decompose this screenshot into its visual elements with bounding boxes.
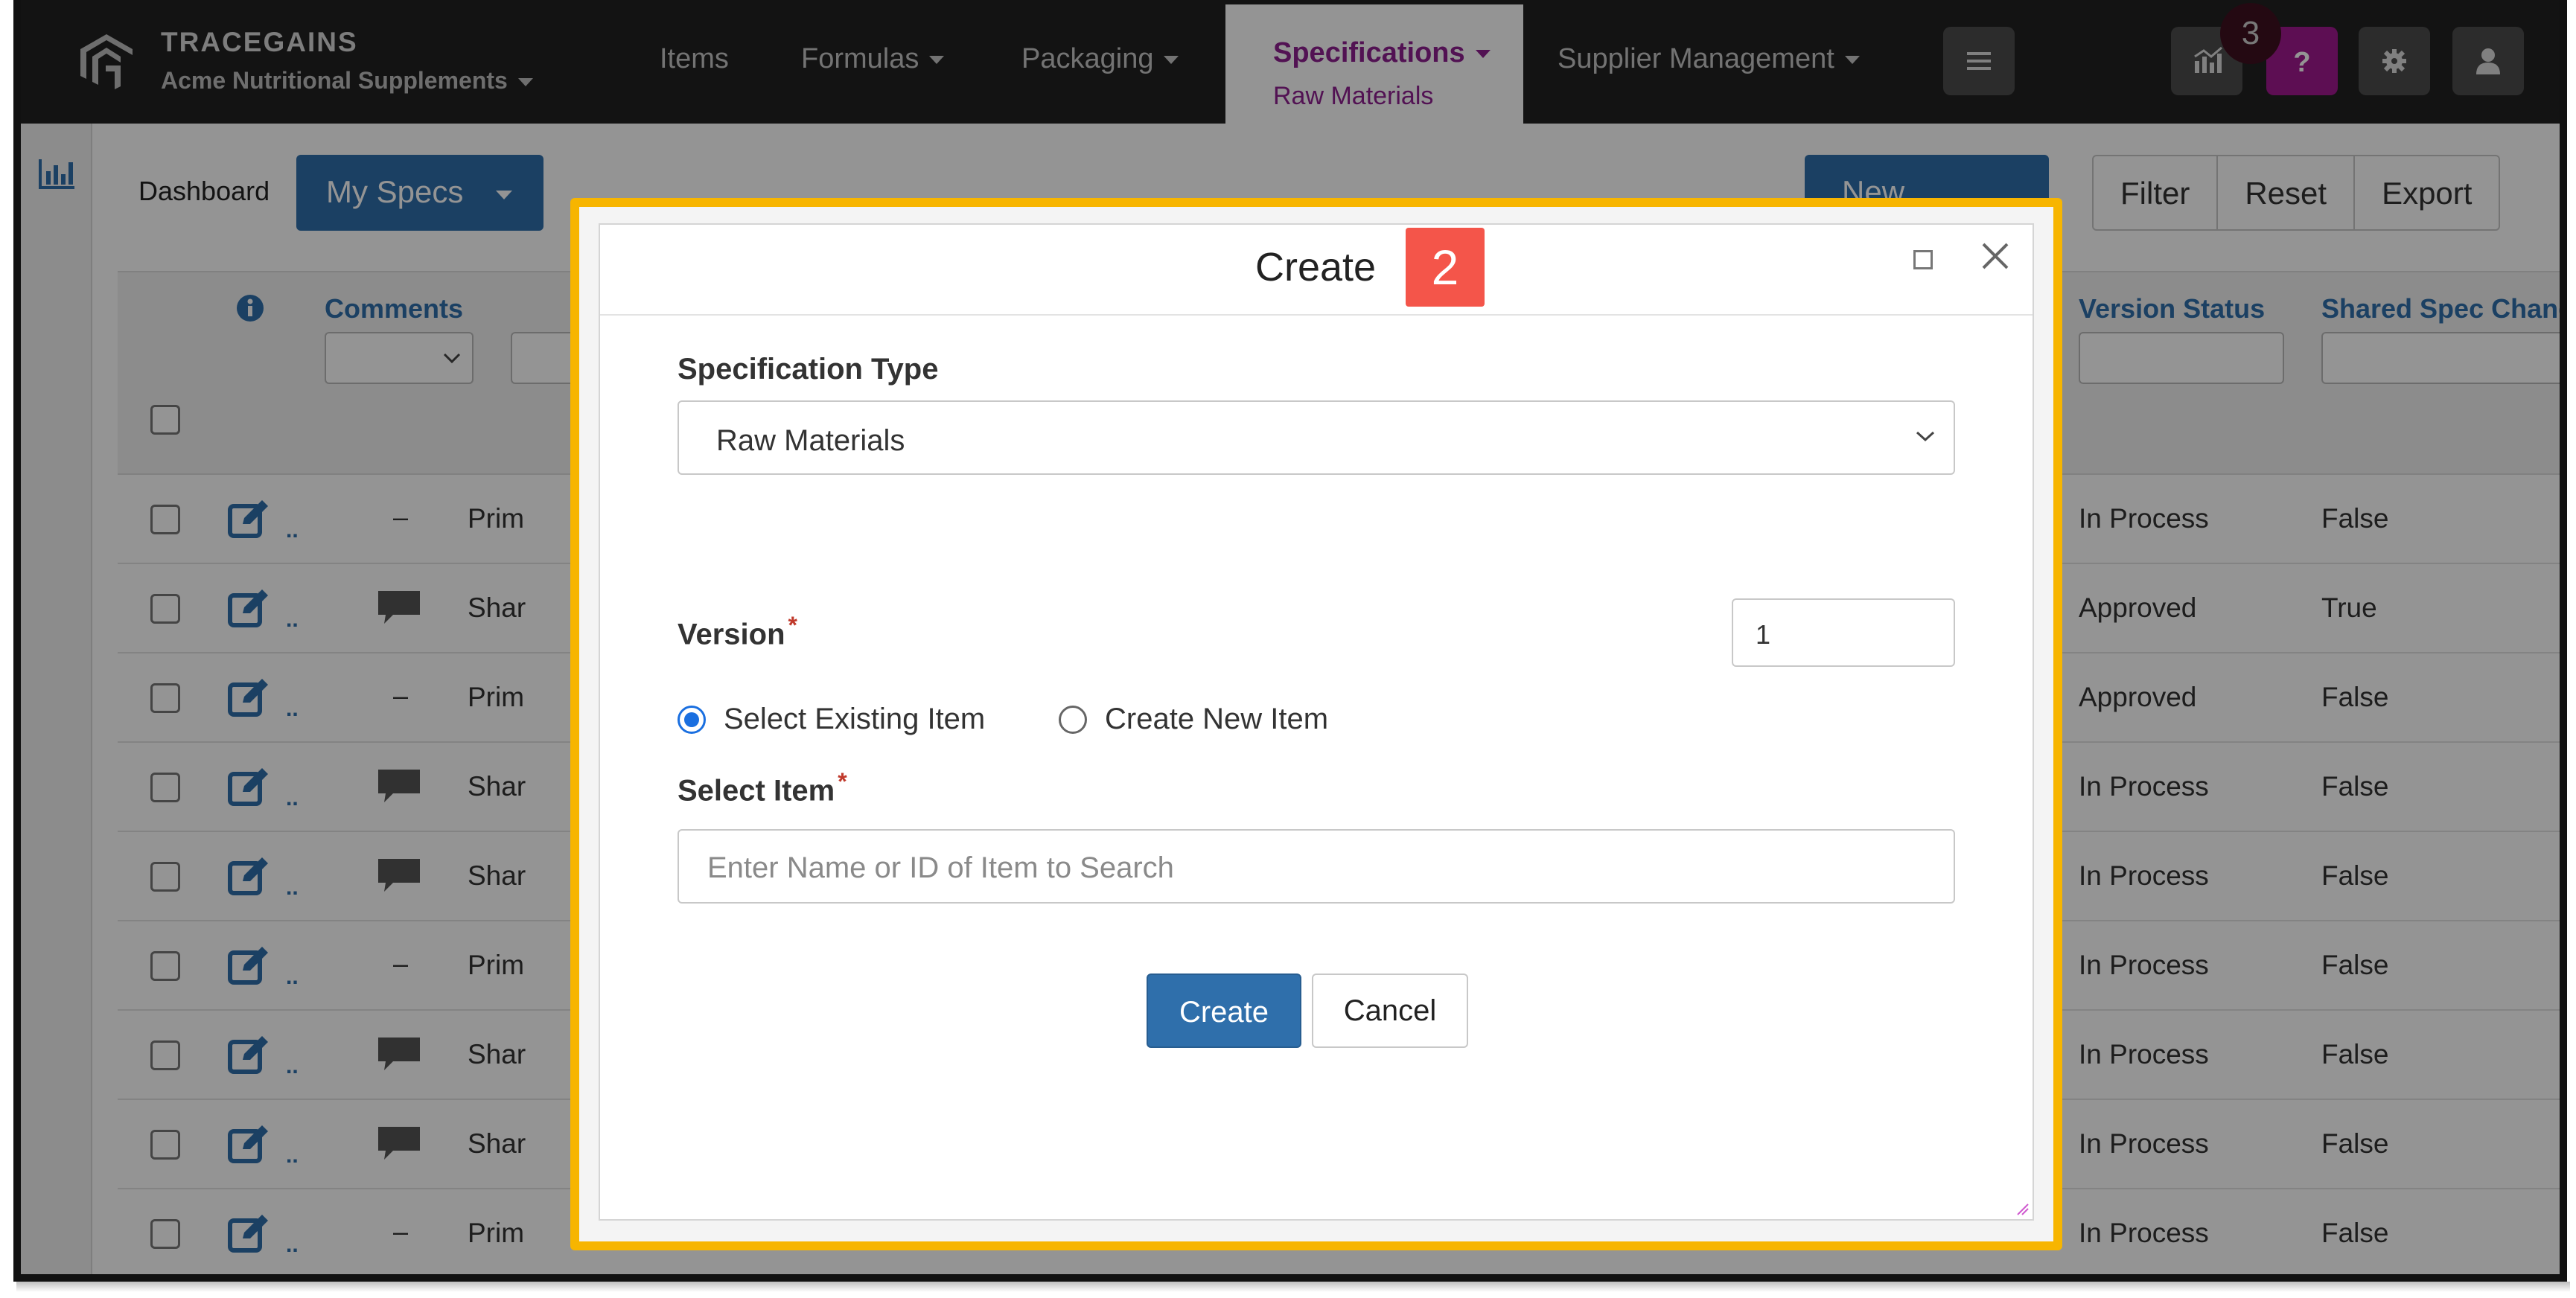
radio-create-new-label: Create New Item xyxy=(1105,703,1329,735)
radio-selected-icon[interactable] xyxy=(678,705,706,734)
version-input[interactable]: 1 xyxy=(1732,598,1955,667)
version-label-text: Version xyxy=(678,618,785,651)
required-marker: * xyxy=(788,612,797,639)
dialog-header: Create 2 xyxy=(600,225,2033,316)
radio-select-existing[interactable]: Select Existing Item xyxy=(678,703,985,736)
spec-type-label: Specification Type xyxy=(678,353,939,386)
select-item-label-text: Select Item xyxy=(678,774,835,808)
resize-grip-icon[interactable] xyxy=(2015,1201,2030,1216)
spec-type-select[interactable]: Raw Materials xyxy=(678,400,1955,475)
required-marker: * xyxy=(838,768,847,795)
select-item-label: Select Item * xyxy=(678,768,847,808)
create-button[interactable]: Create xyxy=(1147,973,1301,1048)
radio-create-new[interactable]: Create New Item xyxy=(1059,703,1328,736)
app-window: TRACEGAINS Acme Nutritional Supplements … xyxy=(13,0,2567,1282)
chevron-down-icon xyxy=(1916,431,1935,442)
frame-shadow xyxy=(16,1282,2570,1292)
dialog-title: Create xyxy=(1255,245,1377,290)
maximize-icon[interactable] xyxy=(1913,250,1933,269)
cancel-button[interactable]: Cancel xyxy=(1312,973,1468,1048)
radio-unselected-icon[interactable] xyxy=(1059,705,1087,734)
step-badge: 2 xyxy=(1406,228,1485,307)
create-dialog: Create 2 Specification Type Raw Material… xyxy=(599,223,2034,1221)
version-label: Version * xyxy=(678,612,797,651)
close-icon[interactable] xyxy=(1979,240,2012,272)
radio-select-existing-label: Select Existing Item xyxy=(724,703,986,735)
item-search-input[interactable]: Enter Name or ID of Item to Search xyxy=(678,829,1955,904)
spec-type-value: Raw Materials xyxy=(716,424,905,457)
